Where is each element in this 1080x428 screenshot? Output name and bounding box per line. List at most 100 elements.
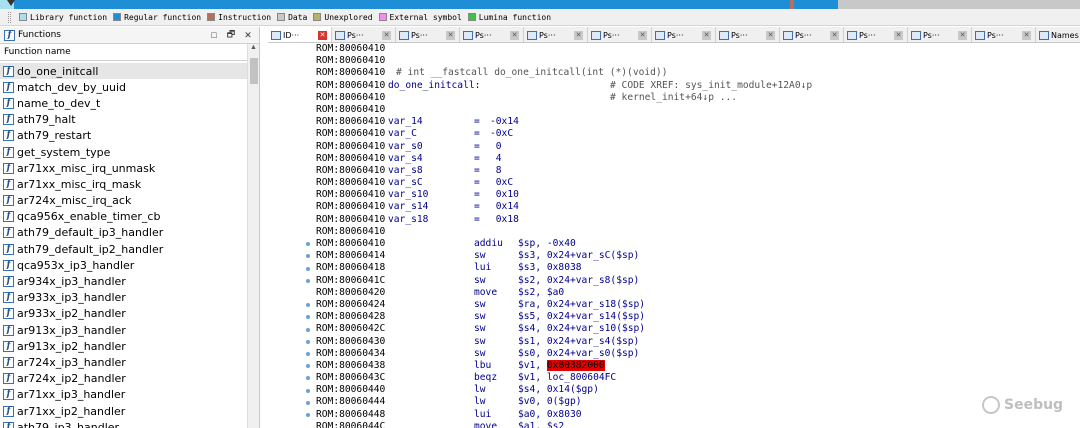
disasm-line[interactable]: ROM:80060410 [316, 55, 1076, 67]
function-list-item[interactable]: f ar913x_ip2_handler [0, 338, 247, 354]
tab-close-icon[interactable]: ✕ [638, 30, 647, 40]
disasm-line[interactable]: ROM:8006043C beqz $v1, loc_800604FC [316, 372, 1076, 384]
function-list-item[interactable]: f ar724x_misc_irq_ack [0, 193, 247, 209]
function-list-item[interactable]: f do_one_initcall [0, 63, 247, 80]
disasm-line[interactable]: ROM:8006041C sw $s2, 0x24+var_s8($sp) [316, 275, 1076, 287]
tab-close-icon[interactable]: ✕ [382, 30, 391, 40]
line-value: -0xC [490, 128, 514, 140]
view-tab[interactable]: Names✕ [1036, 27, 1080, 42]
function-list-item[interactable]: f ar933x_ip2_handler [0, 306, 247, 322]
view-tab[interactable]: Ps··· ✕ [908, 27, 972, 42]
tab-close-icon[interactable]: ✕ [702, 30, 711, 40]
disasm-line[interactable]: ROM:80060444 lw $v0, 0($gp) [316, 396, 1076, 408]
view-tab[interactable]: Ps··· ✕ [588, 27, 652, 42]
scroll-thumb[interactable] [250, 58, 258, 84]
column-header-function-name[interactable]: Function name [0, 44, 247, 61]
highlighted-operand[interactable]: 0x80382000 [546, 359, 605, 371]
view-tab[interactable]: Ps··· ✕ [332, 27, 396, 42]
function-list-item[interactable]: f ar933x_ip3_handler [0, 290, 247, 306]
tab-close-icon[interactable]: ✕ [574, 30, 583, 40]
function-list-item[interactable]: f ath79_default_ip2_handler [0, 241, 247, 257]
disasm-line[interactable]: ROM:80060410 var_s18 = 0x18 [316, 214, 1076, 226]
disasm-line[interactable]: ROM:80060440 lw $s4, 0x14($gp) [316, 384, 1076, 396]
tab-label: Ps··· [859, 30, 876, 40]
disasm-line[interactable]: ROM:80060410 var_s14 = 0x14 [316, 201, 1076, 213]
tab-close-icon[interactable]: ✕ [830, 30, 839, 40]
tab-close-icon[interactable]: ✕ [958, 30, 967, 40]
grip-icon[interactable] [8, 11, 11, 23]
view-tab[interactable]: Ps··· ✕ [396, 27, 460, 42]
disasm-line[interactable]: ROM:80060410 var_s0 = 0 [316, 141, 1076, 153]
disasm-line[interactable]: ROM:80060410 # int __fastcall do_one_init… [316, 67, 1076, 79]
function-list-item[interactable]: f ar71xx_ip2_handler [0, 403, 247, 419]
disasm-line[interactable]: ROM:80060410 var_s10 = 0x10 [316, 189, 1076, 201]
function-list-item[interactable]: f ar724x_ip2_handler [0, 371, 247, 387]
tab-close-icon[interactable]: ✕ [1022, 30, 1031, 40]
disasm-line[interactable]: ROM:80060410 var_s4 = 4 [316, 153, 1076, 165]
maximize-icon[interactable]: □ [207, 29, 221, 42]
scroll-up-icon[interactable]: ▲ [248, 44, 259, 56]
line-value: 0x18 [490, 213, 519, 225]
disasm-line[interactable]: ROM:80060414 sw $s3, 0x24+var_sC($sp) [316, 250, 1076, 262]
disasm-line[interactable]: ROM:80060410 addiu $sp, -0x40 [316, 238, 1076, 250]
float-icon[interactable]: 🗗 [224, 29, 238, 42]
disasm-line[interactable]: ROM:80060420 move $s2, $a0 [316, 287, 1076, 299]
flow-dot-icon [306, 242, 310, 247]
function-list-item[interactable]: f name_to_dev_t [0, 95, 247, 111]
view-icon [719, 30, 729, 40]
disasm-line[interactable]: ROM:80060410 [316, 104, 1076, 116]
function-list-item[interactable]: f ar724x_ip3_handler [0, 354, 247, 370]
function-list-item[interactable]: f ath79_default_ip3_handler [0, 225, 247, 241]
view-tab[interactable]: Ps··· ✕ [460, 27, 524, 42]
function-list-item[interactable]: f ar71xx_misc_irq_mask [0, 176, 247, 192]
disasm-line[interactable]: ROM:80060410 do_one_initcall: # CODE XREF:… [316, 80, 1076, 92]
disasm-line[interactable]: ROM:80060410 var_sC = 0xC [316, 177, 1076, 189]
function-list-item[interactable]: f ar913x_ip3_handler [0, 322, 247, 338]
disasm-line[interactable]: ROM:80060424 sw $ra, 0x24+var_s18($sp) [316, 299, 1076, 311]
view-tab[interactable]: Ps··· ✕ [652, 27, 716, 42]
view-tab[interactable]: Ps··· ✕ [780, 27, 844, 42]
function-list-item[interactable]: f ar934x_ip3_handler [0, 273, 247, 289]
view-tab[interactable]: Ps··· ✕ [716, 27, 780, 42]
function-list-item[interactable]: f match_dev_by_uuid [0, 79, 247, 95]
tab-close-icon[interactable]: ✕ [318, 30, 327, 40]
disasm-line[interactable]: ROM:80060410 # kernel_init+64↓p ... [316, 92, 1076, 104]
view-tab[interactable]: Ps··· ✕ [844, 27, 908, 42]
tab-close-icon[interactable]: ✕ [894, 30, 903, 40]
line-address: ROM:80060448 [316, 408, 386, 420]
disasm-line[interactable]: ROM:80060410 var_C = -0xC [316, 128, 1076, 140]
function-icon: f [3, 405, 14, 417]
disasm-line[interactable]: ROM:80060438 lbu $v1, 0x80382000 [316, 359, 1076, 372]
function-list-item[interactable]: f ar71xx_misc_irq_unmask [0, 160, 247, 176]
function-list-item[interactable]: f ath79_halt [0, 112, 247, 128]
legend-swatch [113, 13, 122, 21]
disasm-line[interactable]: ROM:80060410 [316, 43, 1076, 55]
tab-close-icon[interactable]: ✕ [766, 30, 775, 40]
disasm-line[interactable]: ROM:80060430 sw $s1, 0x24+var_s4($sp) [316, 336, 1076, 348]
view-tab[interactable]: Ps··· ✕ [524, 27, 588, 42]
navigation-band[interactable] [0, 0, 1080, 9]
disasm-line[interactable]: ROM:80060428 sw $s5, 0x24+var_s14($sp) [316, 311, 1076, 323]
functions-scrollbar[interactable]: ▲ [247, 44, 259, 428]
function-list-item[interactable]: f ath79_restart [0, 128, 247, 144]
function-list-item[interactable]: f qca953x_ip3_handler [0, 257, 247, 273]
disasm-line[interactable]: ROM:80060410 var_s8 = 8 [316, 165, 1076, 177]
view-tab[interactable]: ID··· ✕ [268, 27, 332, 42]
disasm-line[interactable]: ROM:80060434 sw $s0, 0x24+var_s0($sp) [316, 348, 1076, 360]
disassembly-view[interactable]: ROM:80060410 ROM:80060410 ROM:80060410 # in… [262, 43, 1080, 428]
disasm-line[interactable]: ROM:80060448 lui $a0, 0x8030 [316, 409, 1076, 421]
function-list: f do_one_initcall f match_dev_by_uuid f name_… [0, 63, 247, 428]
view-tab[interactable]: Ps··· ✕ [972, 27, 1036, 42]
tab-close-icon[interactable]: ✕ [446, 30, 455, 40]
disasm-line[interactable]: ROM:80060410 var_14 = -0x14 [316, 116, 1076, 128]
function-list-item[interactable]: f get_system_type [0, 144, 247, 160]
close-icon[interactable]: ✕ [241, 29, 255, 42]
function-list-item[interactable]: f ar71xx_ip3_handler [0, 387, 247, 403]
tab-close-icon[interactable]: ✕ [510, 30, 519, 40]
disasm-line[interactable]: ROM:8006044C move $a1, $s2 [316, 421, 1076, 428]
disasm-line[interactable]: ROM:8006042C sw $s4, 0x24+var_s10($sp) [316, 323, 1076, 335]
disasm-line[interactable]: ROM:80060410 [316, 226, 1076, 238]
function-list-item[interactable]: f ath79_ip3_handler [0, 419, 247, 428]
disasm-line[interactable]: ROM:80060418 lui $s3, 0x8038 [316, 262, 1076, 274]
function-list-item[interactable]: f qca956x_enable_timer_cb [0, 209, 247, 225]
